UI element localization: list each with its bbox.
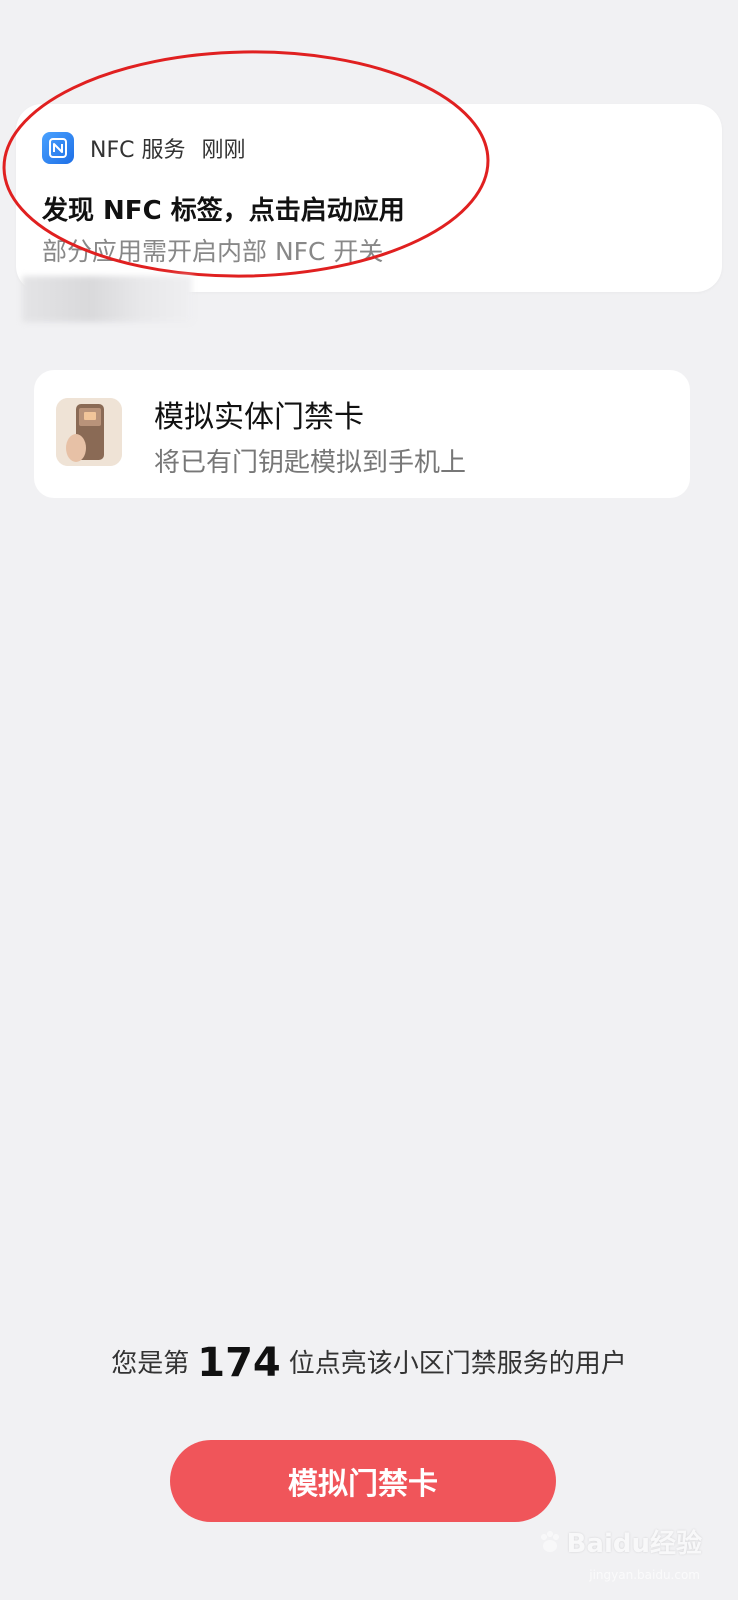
notification-subtitle: 部分应用需开启内部 NFC 开关 <box>42 237 384 266</box>
sim-card-title: 模拟实体门禁卡 <box>154 400 364 435</box>
watermark-url: jingyan.baidu.com <box>589 1568 700 1582</box>
notification-header: NFC 服务 刚刚 <box>42 130 245 166</box>
notification-time: 刚刚 <box>201 138 246 163</box>
paw-icon <box>540 1530 559 1552</box>
nfc-icon <box>42 132 74 164</box>
baidu-watermark: Baidu经验 <box>537 1523 702 1560</box>
user-count-prefix: 您是第 <box>111 1349 190 1379</box>
nfc-notification-card[interactable]: NFC 服务 刚刚 发现 NFC 标签，点击启动应用 部分应用需开启内部 NFC… <box>16 104 722 292</box>
notification-app-name: NFC 服务 <box>90 138 186 163</box>
user-count-text: 您是第 174 位点亮该小区门禁服务的用户 <box>0 1340 738 1386</box>
user-count-suffix: 位点亮该小区门禁服务的用户 <box>288 1349 627 1379</box>
phone-card-thumbnail <box>56 398 122 466</box>
simulate-access-card-button[interactable]: 模拟门禁卡 <box>170 1440 556 1522</box>
notification-title: 发现 NFC 标签，点击启动应用 <box>42 196 405 226</box>
user-count-number: 174 <box>197 1340 281 1386</box>
sim-card-subtitle: 将已有门钥匙模拟到手机上 <box>154 448 467 478</box>
simulate-physical-card-item[interactable]: 模拟实体门禁卡 将已有门钥匙模拟到手机上 <box>34 370 690 498</box>
watermark-text: Baidu经验 <box>566 1529 702 1559</box>
blurred-redaction <box>22 276 192 322</box>
